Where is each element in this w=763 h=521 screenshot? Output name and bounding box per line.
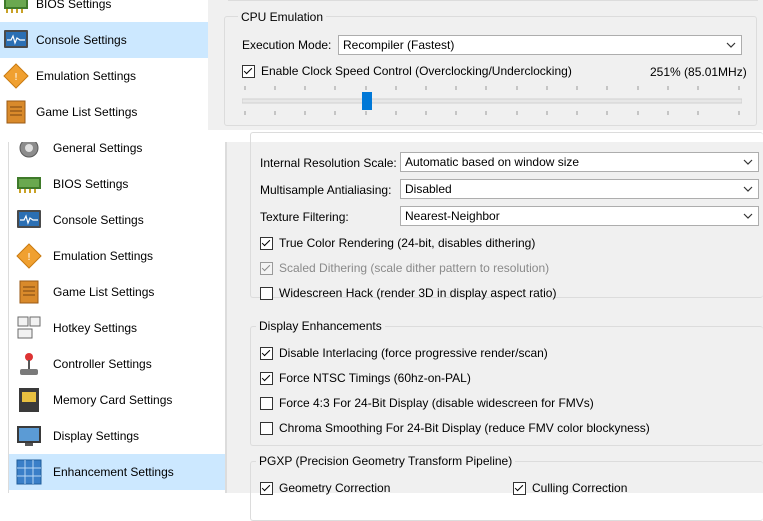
sidebar-item-bios[interactable]: BIOS Settings xyxy=(0,0,208,22)
sidebar-item-emulation[interactable]: ! Emulation Settings xyxy=(0,58,208,94)
sidebar-item-label: Memory Card Settings xyxy=(53,393,173,407)
top-sidebar: BIOS Settings Console Settings ! Emulati… xyxy=(0,0,208,130)
top-edge-divider xyxy=(228,0,758,1)
sidebar-item-label: Enhancement Settings xyxy=(53,465,174,479)
msaa-label: Multisample Antialiasing: xyxy=(260,183,392,197)
game-list-icon xyxy=(16,279,42,305)
checkbox-box[interactable] xyxy=(260,261,273,275)
execution-mode-label: Execution Mode: xyxy=(242,38,332,52)
clock-speed-slider[interactable] xyxy=(241,82,743,120)
enhancement-settings-pane: Internal Resolution Scale: Automatic bas… xyxy=(226,132,763,521)
sidebar-item-emulation[interactable]: ! Emulation Settings xyxy=(9,238,225,274)
checkbox-box[interactable] xyxy=(260,371,273,385)
sidebar-item-label: Display Settings xyxy=(53,429,140,443)
sidebar-item-label: BIOS Settings xyxy=(36,0,112,11)
true-color-checkbox[interactable]: True Color Rendering (24-bit, disables d… xyxy=(260,236,535,250)
sidebar-item-general[interactable]: General Settings xyxy=(9,142,225,166)
checkbox-box[interactable] xyxy=(260,286,273,300)
sidebar-item-hotkey[interactable]: Hotkey Settings xyxy=(9,310,225,346)
checkbox-box[interactable] xyxy=(242,64,255,78)
force-ntsc-label: Force NTSC Timings (60hz-on-PAL) xyxy=(279,371,471,385)
sidebar-item-enhancement[interactable]: Enhancement Settings xyxy=(9,454,225,490)
true-color-label: True Color Rendering (24-bit, disables d… xyxy=(279,236,536,250)
force-ntsc-checkbox[interactable]: Force NTSC Timings (60hz-on-PAL) xyxy=(260,371,471,385)
clock-speed-value: 251% (85.01MHz) xyxy=(650,65,747,79)
sidebar-item-display[interactable]: Display Settings xyxy=(9,418,225,454)
sidebar-item-label: General Settings xyxy=(53,142,143,155)
joystick-icon xyxy=(16,351,42,377)
internal-resolution-value: Automatic based on window size xyxy=(405,155,580,169)
display-monitor-icon xyxy=(16,423,42,449)
sidebar-item-label: Game List Settings xyxy=(53,285,155,299)
clock-speed-control-label: Enable Clock Speed Control (Overclocking… xyxy=(261,64,572,78)
widescreen-hack-label: Widescreen Hack (render 3D in display as… xyxy=(279,286,557,300)
slider-track xyxy=(241,86,743,115)
sidebar-item-controller[interactable]: Controller Settings xyxy=(9,346,225,382)
hotkey-keyboard-icon xyxy=(16,315,42,341)
chevron-down-icon xyxy=(743,213,753,219)
texture-filtering-label: Texture Filtering: xyxy=(260,210,349,224)
execution-mode-select[interactable]: Recompiler (Fastest) xyxy=(338,35,742,55)
checkbox-box[interactable] xyxy=(260,421,273,435)
slider-thumb[interactable] xyxy=(362,92,372,110)
sidebar-item-label: Console Settings xyxy=(53,213,144,227)
sidebar-item-label: BIOS Settings xyxy=(53,177,129,191)
force-4-3-checkbox[interactable]: Force 4:3 For 24-Bit Display (disable wi… xyxy=(260,396,594,410)
disable-interlacing-label: Disable Interlacing (force progressive r… xyxy=(279,346,548,360)
gear-icon xyxy=(16,142,42,161)
chevron-down-icon xyxy=(743,186,753,192)
sidebar-item-console[interactable]: Console Settings xyxy=(9,202,225,238)
pane-left-border xyxy=(226,142,227,493)
sidebar-item-memory-card[interactable]: Memory Card Settings xyxy=(9,382,225,418)
scaled-dithering-label: Scaled Dithering (scale dither pattern t… xyxy=(279,261,550,275)
checkbox-box[interactable] xyxy=(260,236,273,250)
chevron-down-icon xyxy=(726,42,736,48)
scaled-dithering-checkbox[interactable]: Scaled Dithering (scale dither pattern t… xyxy=(260,261,549,275)
enhancement-grid-icon xyxy=(16,459,42,485)
pgxp-title: PGXP (Precision Geometry Transform Pipel… xyxy=(256,454,516,468)
display-enhancements-title: Display Enhancements xyxy=(256,319,385,333)
cpu-emulation-title: CPU Emulation xyxy=(238,10,327,24)
sidebar-item-label: Console Settings xyxy=(36,33,127,47)
console-monitor-icon xyxy=(16,207,42,233)
sidebar-item-label: Hotkey Settings xyxy=(53,321,138,335)
sidebar-item-bios[interactable]: BIOS Settings xyxy=(9,166,225,202)
bios-chip-icon xyxy=(3,0,29,17)
widescreen-hack-checkbox[interactable]: Widescreen Hack (render 3D in display as… xyxy=(260,286,556,300)
msaa-select[interactable]: Disabled xyxy=(400,179,759,199)
sidebar-item-game-list[interactable]: Game List Settings xyxy=(0,94,208,130)
console-monitor-icon xyxy=(3,27,29,53)
sidebar-item-label: Emulation Settings xyxy=(36,69,137,83)
bios-chip-icon xyxy=(16,171,42,197)
emulation-diamond-icon: ! xyxy=(16,243,42,269)
checkbox-box[interactable] xyxy=(260,396,273,410)
checkbox-box[interactable] xyxy=(260,346,273,360)
console-settings-pane: CPU Emulation Execution Mode: Recompiler… xyxy=(208,0,763,130)
disable-interlacing-checkbox[interactable]: Disable Interlacing (force progressive r… xyxy=(260,346,548,360)
chevron-down-icon xyxy=(743,159,753,165)
game-list-icon xyxy=(3,99,29,125)
texture-filtering-value: Nearest-Neighbor xyxy=(405,209,500,223)
sidebar-item-label: Controller Settings xyxy=(53,357,152,371)
internal-resolution-label: Internal Resolution Scale: xyxy=(260,156,397,170)
sidebar-item-label: Game List Settings xyxy=(36,105,138,119)
emulation-diamond-icon: ! xyxy=(3,63,29,89)
msaa-value: Disabled xyxy=(405,182,452,196)
chroma-smoothing-label: Chroma Smoothing For 24-Bit Display (red… xyxy=(279,421,650,435)
sidebar-item-game-list[interactable]: Game List Settings xyxy=(9,274,225,310)
bottom-sidebar: General Settings BIOS Settings Console S… xyxy=(0,142,226,493)
texture-filtering-select[interactable]: Nearest-Neighbor xyxy=(400,206,759,226)
execution-mode-value: Recompiler (Fastest) xyxy=(343,38,455,52)
internal-resolution-select[interactable]: Automatic based on window size xyxy=(400,152,759,172)
force-4-3-label: Force 4:3 For 24-Bit Display (disable wi… xyxy=(279,396,594,410)
svg-text:!: ! xyxy=(14,72,18,83)
svg-text:!: ! xyxy=(27,252,31,263)
sidebar-item-label: Emulation Settings xyxy=(53,249,154,263)
chroma-smoothing-checkbox[interactable]: Chroma Smoothing For 24-Bit Display (red… xyxy=(260,421,650,435)
clock-speed-control-checkbox[interactable]: Enable Clock Speed Control (Overclocking… xyxy=(242,64,572,78)
sidebar-item-console[interactable]: Console Settings xyxy=(0,22,208,58)
memory-card-icon xyxy=(16,387,42,413)
